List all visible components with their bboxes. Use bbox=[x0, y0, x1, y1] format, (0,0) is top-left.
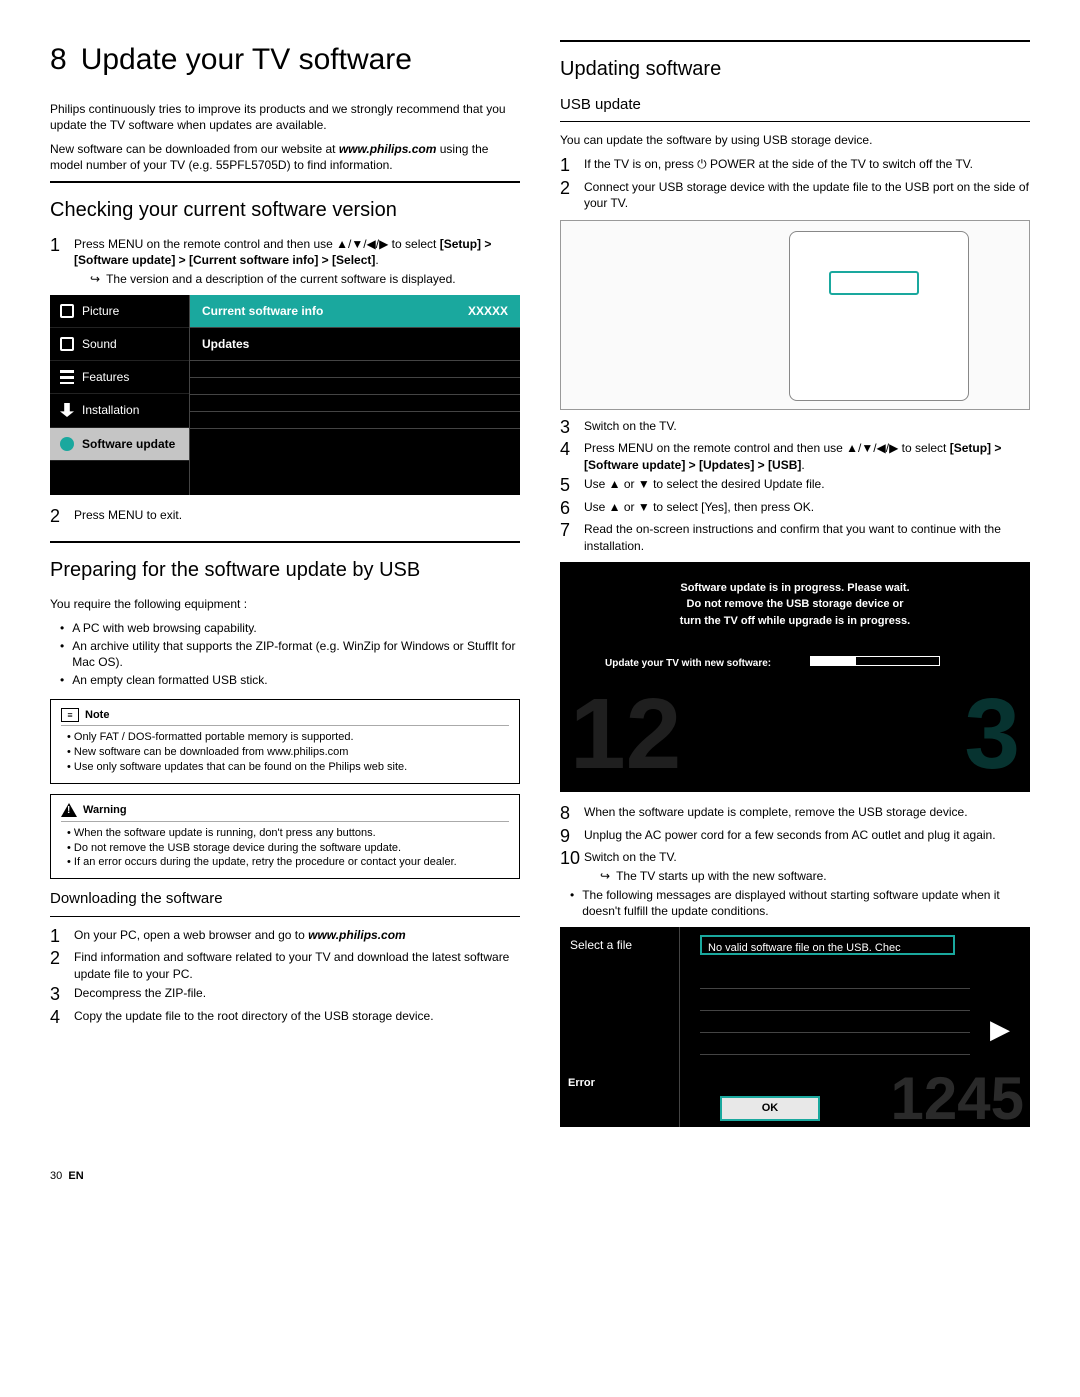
section-check-version: Checking your current software version bbox=[50, 197, 520, 224]
note-icon: ≡ bbox=[61, 708, 79, 722]
section-download: Downloading the software bbox=[50, 889, 520, 909]
intro-2: New software can be downloaded from our … bbox=[50, 141, 520, 173]
section-usb-update: USB update bbox=[560, 95, 1030, 115]
right-column: Updating software USB update You can upd… bbox=[560, 40, 1030, 1139]
warning-box: Warning When the software update is runn… bbox=[50, 794, 520, 879]
progress-screenshot: Software update is in progress. Please w… bbox=[560, 562, 1030, 792]
note-box: ≡Note Only FAT / DOS-formatted portable … bbox=[50, 699, 520, 784]
section-updating: Updating software bbox=[560, 56, 1030, 83]
left-column: 8Update your TV software Philips continu… bbox=[50, 40, 520, 1139]
step-a2: Press MENU to exit. bbox=[74, 507, 520, 527]
step-a1: Press MENU on the remote control and the… bbox=[74, 236, 520, 287]
usb-port-illustration bbox=[560, 220, 1030, 410]
tv-menu-screenshot: Picture Sound Features Installation Soft… bbox=[50, 295, 520, 495]
section-prepare: Preparing for the software update by USB bbox=[50, 557, 520, 584]
chapter-title: 8Update your TV software bbox=[50, 40, 520, 81]
equipment-list: A PC with web browsing capability. An ar… bbox=[50, 620, 520, 689]
page-footer: 30 EN bbox=[50, 1169, 1030, 1184]
play-icon: ▶ bbox=[990, 1012, 1010, 1047]
intro-1: Philips continuously tries to improve it… bbox=[50, 101, 520, 133]
warning-icon bbox=[61, 803, 77, 817]
ok-button[interactable]: OK bbox=[720, 1096, 820, 1121]
error-screenshot: Select a file No valid software file on … bbox=[560, 927, 1030, 1127]
